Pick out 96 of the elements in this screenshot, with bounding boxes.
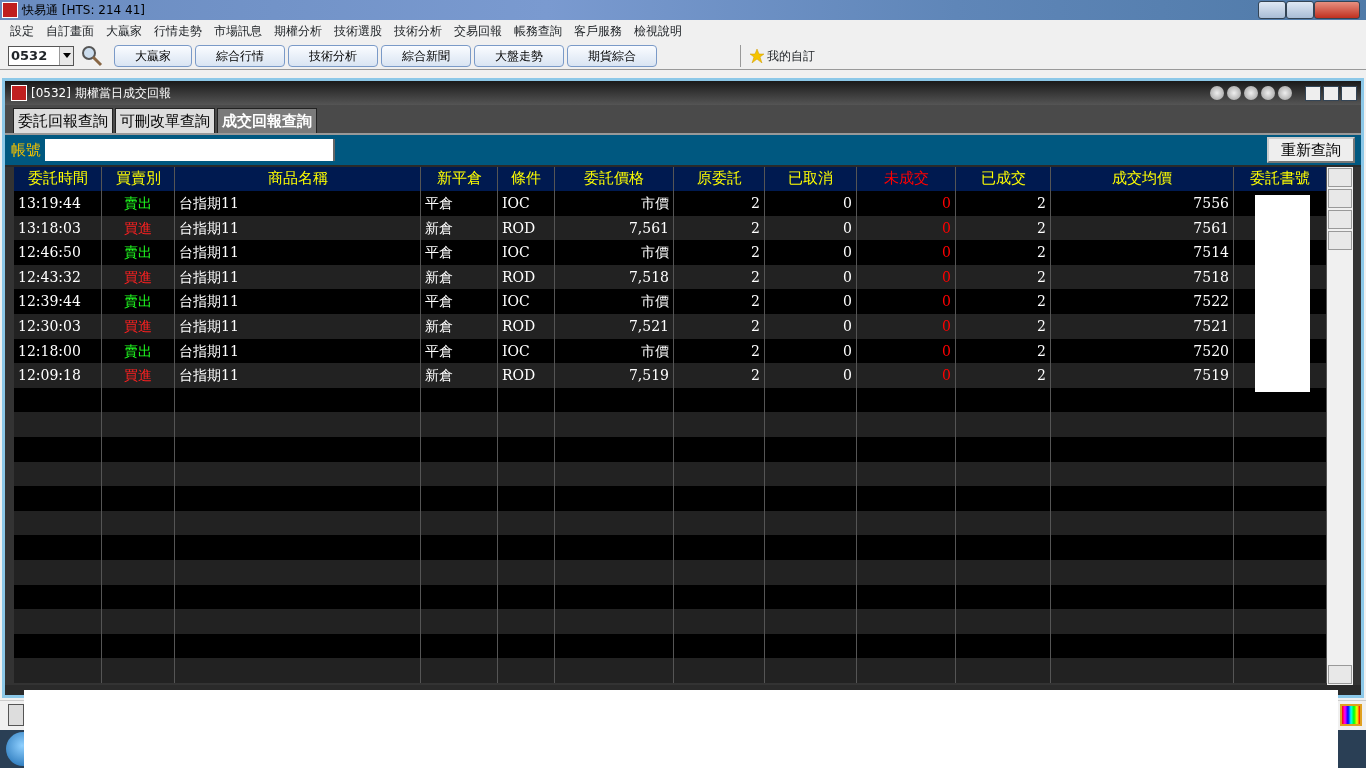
table-cell: 2 xyxy=(956,289,1051,314)
toolbar-button[interactable]: 期貨綜合 xyxy=(567,44,657,67)
status-button[interactable] xyxy=(8,704,24,726)
table-cell: 市價 xyxy=(555,289,674,314)
table-cell: 0 xyxy=(765,363,857,388)
minimize-button[interactable] xyxy=(1305,85,1321,101)
table-cell: 新倉 xyxy=(421,363,498,388)
dropdown-button[interactable] xyxy=(59,46,73,65)
table-cell: 7514 xyxy=(1051,240,1234,265)
table-cell: 7519 xyxy=(1051,363,1234,388)
table-cell: 2 xyxy=(956,240,1051,265)
table-cell: ROD xyxy=(498,313,555,339)
favorites-link[interactable]: 我的自訂 xyxy=(767,46,815,65)
app-icon xyxy=(2,2,18,18)
toolbar-button[interactable]: 大贏家 xyxy=(114,44,192,67)
table-cell: 台指期11 xyxy=(175,240,421,265)
table-cell: 買進 xyxy=(102,313,175,339)
table-cell: 2 xyxy=(956,363,1051,388)
table-cell: 台指期11 xyxy=(175,191,421,216)
table-cell: 市價 xyxy=(555,191,674,216)
table-cell: 2 xyxy=(956,191,1051,216)
toolbar-button[interactable]: 技術分析 xyxy=(288,44,378,67)
menu-item[interactable]: 大贏家 xyxy=(100,22,148,40)
table-cell: 0 xyxy=(765,313,857,339)
table-cell: 新倉 xyxy=(421,313,498,339)
account-field[interactable] xyxy=(45,139,335,161)
table-cell: 賣出 xyxy=(102,240,175,265)
table-cell: 0 xyxy=(765,191,857,216)
menu-item[interactable]: 檢視說明 xyxy=(628,22,688,40)
window-title: [0532] 期權當日成交回報 xyxy=(31,85,171,102)
table-cell: 2 xyxy=(956,313,1051,339)
table-cell: 12:09:18 xyxy=(14,363,102,388)
table-cell: 2 xyxy=(674,313,765,339)
table-cell: 台指期11 xyxy=(175,289,421,314)
menu-item[interactable]: 自訂畫面 xyxy=(40,22,100,40)
table-cell: 2 xyxy=(674,289,765,314)
table-cell: 12:46:50 xyxy=(14,240,102,265)
window-title: 快易通 [HTS: 214 41] xyxy=(22,2,145,19)
table-cell: 7,521 xyxy=(555,313,674,339)
table-cell: 7,519 xyxy=(555,363,674,388)
table-cell: 平倉 xyxy=(421,289,498,314)
requery-button[interactable]: 重新查詢 xyxy=(1267,137,1355,163)
menu-item[interactable]: 客戶服務 xyxy=(568,22,628,40)
restore-button[interactable] xyxy=(1286,1,1314,19)
menu-item[interactable]: 交易回報 xyxy=(448,22,508,40)
table-cell: 台指期11 xyxy=(175,313,421,339)
account-label: 帳號 xyxy=(11,139,41,161)
code-combobox[interactable]: 0532 xyxy=(8,45,74,66)
table-cell: 0 xyxy=(857,363,956,388)
star-icon[interactable] xyxy=(750,48,764,63)
table-cell: 市價 xyxy=(555,240,674,265)
table-cell: 12:30:03 xyxy=(14,313,102,339)
tab[interactable]: 可刪改單查詢 xyxy=(115,107,215,133)
menu-item[interactable]: 技術選股 xyxy=(328,22,388,40)
table-cell: IOC xyxy=(498,289,555,314)
table-cell: 2 xyxy=(674,191,765,216)
table-cell: 買進 xyxy=(102,363,175,388)
toolbar-button[interactable]: 綜合行情 xyxy=(195,44,285,67)
toolbar-button[interactable]: 綜合新聞 xyxy=(381,44,471,67)
menu-item[interactable]: 行情走勢 xyxy=(148,22,208,40)
table-cell: 0 xyxy=(857,313,956,339)
table-cell: 平倉 xyxy=(421,240,498,265)
table-cell: 賣出 xyxy=(102,191,175,216)
table-cell: 7556 xyxy=(1051,191,1234,216)
table-cell: 2 xyxy=(674,363,765,388)
table-cell: ROD xyxy=(498,363,555,388)
menu-item[interactable]: 市場訊息 xyxy=(208,22,268,40)
table-cell: 0 xyxy=(765,289,857,314)
table-cell: IOC xyxy=(498,240,555,265)
table-cell: 0 xyxy=(765,240,857,265)
menu-item[interactable]: 設定 xyxy=(4,22,40,40)
app-icon xyxy=(11,85,27,101)
table-cell: 12:39:44 xyxy=(14,289,102,314)
table-cell: 7522 xyxy=(1051,289,1234,314)
table-cell: 0 xyxy=(857,289,956,314)
minimize-button[interactable] xyxy=(1258,1,1286,19)
table-cell: 2 xyxy=(674,240,765,265)
table-cell: 平倉 xyxy=(421,191,498,216)
table-cell: 7521 xyxy=(1051,313,1234,339)
tab[interactable]: 委託回報查詢 xyxy=(13,107,113,133)
caret-icon xyxy=(62,53,71,58)
table-cell: 13:19:44 xyxy=(14,191,102,216)
table-cell: 0 xyxy=(857,240,956,265)
toolbar-button[interactable]: 大盤走勢 xyxy=(474,44,564,67)
restore-button[interactable] xyxy=(1323,85,1339,101)
tab[interactable]: 成交回報查詢 xyxy=(217,107,317,133)
menu-item[interactable]: 技術分析 xyxy=(388,22,448,40)
color-palette-icon[interactable] xyxy=(1340,704,1362,726)
table-cell: IOC xyxy=(498,191,555,216)
close-button[interactable] xyxy=(1341,85,1357,101)
menu-item[interactable]: 帳務查詢 xyxy=(508,22,568,40)
table-cell: 0 xyxy=(857,191,956,216)
menu-item[interactable]: 期權分析 xyxy=(268,22,328,40)
table-cell: 台指期11 xyxy=(175,363,421,388)
table-cell: 賣出 xyxy=(102,289,175,314)
search-icon[interactable] xyxy=(81,44,103,67)
